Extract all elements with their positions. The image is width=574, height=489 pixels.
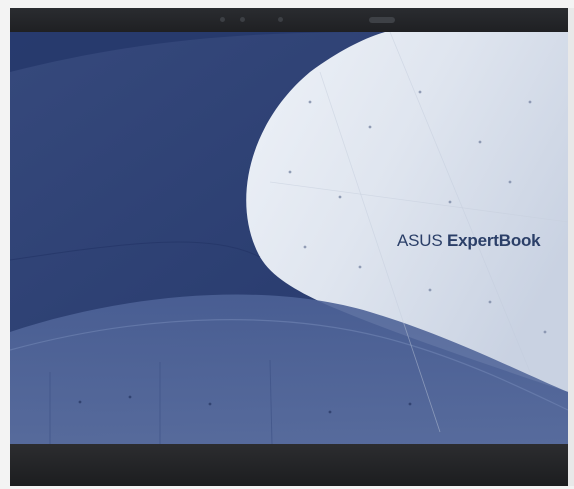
- top-bezel: [10, 8, 568, 32]
- photo-frame: ASUS ExpertBook: [0, 0, 574, 489]
- sensor-icon: [220, 17, 225, 22]
- brand-logo: ASUS ExpertBook: [397, 231, 541, 251]
- webcam-icon: [240, 17, 245, 22]
- sensor-icon: [278, 17, 283, 22]
- laptop-display: ASUS ExpertBook: [10, 8, 568, 486]
- ir-sensor-icon: [369, 17, 395, 23]
- background-edge: [568, 8, 574, 486]
- brand-logo-asus: ASUS: [397, 231, 443, 250]
- bottom-bezel: [10, 444, 568, 486]
- desktop-wallpaper: ASUS ExpertBook: [10, 32, 568, 444]
- brand-logo-expertbook: ExpertBook: [447, 231, 541, 250]
